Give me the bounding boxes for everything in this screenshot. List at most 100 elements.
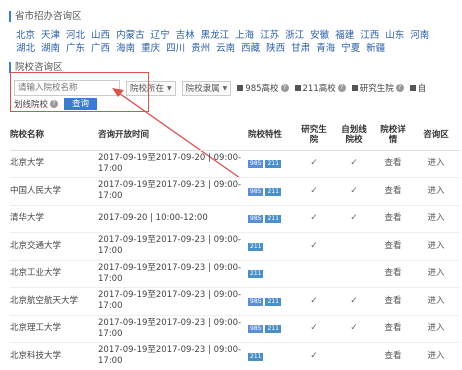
grad-school-check: ✓	[294, 150, 334, 178]
col-header-self: 自划线 院校	[334, 120, 374, 151]
affiliation-dropdown[interactable]: 院校隶属 ▼	[181, 80, 232, 96]
badge-211: 211	[248, 270, 264, 279]
open-time-line2: 17:00	[98, 328, 123, 339]
checkbox-icon	[237, 85, 244, 91]
province-link[interactable]: 海南	[116, 43, 135, 54]
enter-zone-link[interactable]: 进入	[412, 342, 460, 370]
school-name: 北京交通大学	[10, 232, 98, 261]
province-link[interactable]: 安徽	[310, 30, 329, 41]
view-detail-link[interactable]: 查看	[374, 260, 412, 288]
col-header-grad-line2: 院	[309, 134, 319, 145]
self-line-check: ✓	[334, 315, 374, 343]
open-time: 2017-09-20 | 10:00-12:00	[98, 205, 248, 233]
feature-cell: 211	[248, 342, 294, 370]
province-link[interactable]: 广东	[66, 43, 85, 54]
checkbox-icon	[294, 85, 301, 91]
province-link[interactable]: 贵州	[191, 43, 210, 54]
province-link[interactable]: 湖南	[41, 43, 60, 54]
enter-zone-link[interactable]: 进入	[412, 205, 460, 233]
open-time: 2017-09-19至2017-09-23 | 09:00- 17:00	[98, 287, 248, 316]
province-link[interactable]: 广西	[91, 43, 110, 54]
open-time-line1: 2017-09-19至2017-09-20 | 09:00-	[98, 152, 242, 163]
col-header-name: 院校名称	[10, 120, 98, 151]
province-link[interactable]: 山东	[385, 30, 404, 41]
table-row: 北京科技大学 2017-09-19至2017-09-23 | 09:00- 17:0…	[10, 342, 460, 370]
view-detail-link[interactable]: 查看	[374, 177, 412, 206]
province-link[interactable]: 湖北	[16, 43, 35, 54]
view-detail-link[interactable]: 查看	[374, 342, 412, 370]
province-link[interactable]: 黑龙江	[201, 30, 230, 41]
col-header-feature: 院校特性	[248, 120, 294, 151]
province-link[interactable]: 西藏	[241, 43, 260, 54]
view-detail-link[interactable]: 查看	[374, 287, 412, 316]
province-list-row2: 湖北 湖南 广东 广西 海南 重庆 四川 贵州 云南 西藏 陕西 甘肃 青海 宁夏 新疆	[16, 42, 458, 55]
self-line-check	[334, 232, 374, 261]
province-link[interactable]: 浙江	[285, 30, 304, 41]
checkbox-research[interactable]: 研究生院?	[351, 82, 404, 94]
open-time: 2017-09-19至2017-09-23 | 09:00- 17:00	[98, 260, 248, 288]
province-list-row1: 北京 天津 河北 山西 内蒙古 辽宁 吉林 黑龙江 上海 江苏 浙江 安徽 福建 江西 山东 河南	[16, 29, 458, 42]
province-link[interactable]: 天津	[41, 30, 60, 41]
view-detail-link[interactable]: 查看	[374, 315, 412, 343]
enter-zone-link[interactable]: 进入	[412, 177, 460, 206]
school-name: 北京科技大学	[10, 342, 98, 370]
badge-211: 211	[265, 187, 281, 196]
province-link[interactable]: 山西	[91, 30, 110, 41]
province-link[interactable]: 陕西	[266, 43, 285, 54]
table-row: 北京理工大学 2017-09-19至2017-09-23 | 09:00- 17:0…	[10, 315, 460, 343]
province-link[interactable]: 青海	[316, 43, 335, 54]
checkbox-self[interactable]: 自	[409, 82, 426, 94]
checkbox-985-label: 985高校	[245, 84, 279, 94]
province-link[interactable]: 重庆	[141, 43, 160, 54]
self-line-check: ✓	[334, 205, 374, 233]
view-detail-link[interactable]: 查看	[374, 232, 412, 261]
open-time-line2: 17:00	[98, 273, 123, 284]
province-link[interactable]: 福建	[335, 30, 354, 41]
col-header-grad-line1: 研究生	[301, 124, 327, 135]
enter-zone-link[interactable]: 进入	[412, 315, 460, 343]
feature-cell: 985 211	[248, 205, 294, 233]
province-link[interactable]: 四川	[166, 43, 185, 54]
help-icon[interactable]: ?	[280, 84, 289, 92]
view-detail-link[interactable]: 查看	[374, 205, 412, 233]
school-name: 北京工业大学	[10, 260, 98, 288]
province-link[interactable]: 新疆	[366, 43, 385, 54]
province-link[interactable]: 甘肃	[291, 43, 310, 54]
province-link[interactable]: 河北	[66, 30, 85, 41]
help-icon[interactable]: ?	[337, 84, 346, 92]
province-link[interactable]: 上海	[235, 30, 254, 41]
enter-zone-link[interactable]: 进入	[412, 232, 460, 261]
badge-211: 211	[248, 352, 264, 361]
enter-zone-link[interactable]: 进入	[412, 287, 460, 316]
open-time-line1: 2017-09-19至2017-09-23 | 09:00-	[98, 345, 242, 356]
province-link[interactable]: 宁夏	[341, 43, 360, 54]
province-link[interactable]: 江苏	[260, 30, 279, 41]
enter-zone-link[interactable]: 进入	[412, 150, 460, 178]
affiliation-dropdown-label: 院校隶属	[185, 84, 220, 94]
school-name: 北京大学	[10, 150, 98, 178]
badge-985: 985	[248, 215, 264, 224]
checkbox-985[interactable]: 985高校?	[237, 82, 289, 94]
province-link[interactable]: 吉林	[176, 30, 195, 41]
view-detail-link[interactable]: 查看	[374, 150, 412, 178]
grad-school-check: ✓	[294, 315, 334, 343]
province-link[interactable]: 内蒙古	[116, 30, 145, 41]
table-row: 中国人民大学 2017-09-19至2017-09-23 | 09:00- 17:0…	[10, 177, 460, 206]
annotation-highlight-box	[10, 72, 149, 112]
province-link[interactable]: 江西	[360, 30, 379, 41]
school-table: 院校名称 咨询开放时间 院校特性 研究生院 自划线 院校 院校详情 咨询区 北京大…	[10, 120, 460, 370]
feature-cell: 985 211	[248, 150, 294, 178]
grad-school-check	[294, 260, 334, 288]
province-link[interactable]: 北京	[16, 30, 35, 41]
province-link[interactable]: 云南	[216, 43, 235, 54]
help-icon[interactable]: ?	[395, 84, 404, 92]
open-time-line1: 2017-09-19至2017-09-23 | 09:00-	[98, 290, 242, 301]
province-link[interactable]: 河南	[410, 30, 429, 41]
checkbox-211[interactable]: 211高校?	[294, 82, 346, 94]
open-time-line1: 2017-09-19至2017-09-23 | 09:00-	[98, 235, 242, 246]
col-header-detail: 院校详情	[374, 120, 412, 151]
open-time: 2017-09-19至2017-09-23 | 09:00- 17:00	[98, 342, 248, 370]
open-time-line2: 17:00	[98, 301, 123, 312]
province-link[interactable]: 辽宁	[151, 30, 170, 41]
enter-zone-link[interactable]: 进入	[412, 260, 460, 288]
